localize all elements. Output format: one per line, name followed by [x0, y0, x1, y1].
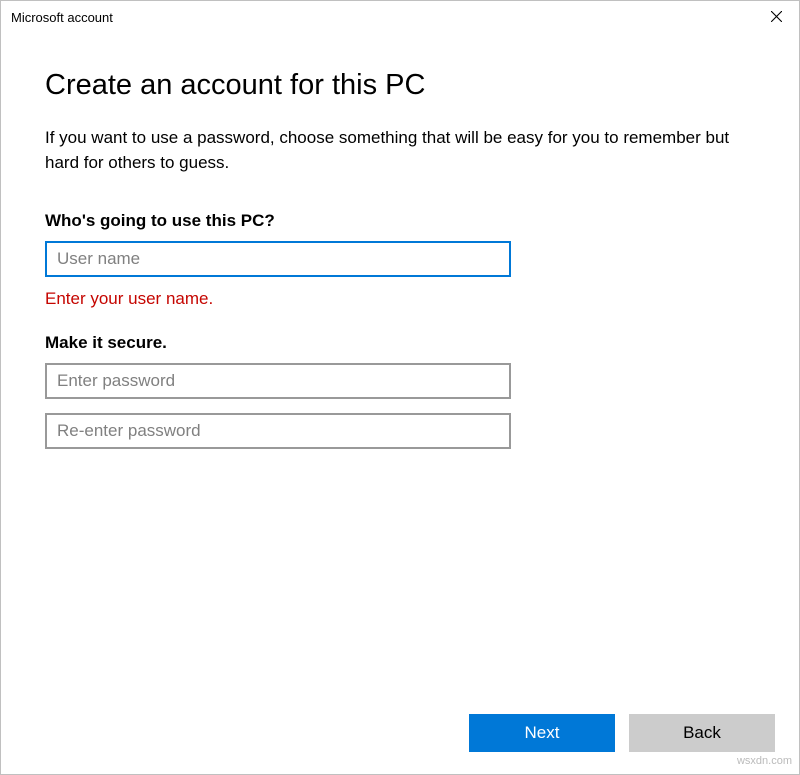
username-error: Enter your user name. [45, 289, 755, 309]
window-title: Microsoft account [11, 10, 113, 25]
dialog-window: Microsoft account Create an account for … [0, 0, 800, 775]
username-input[interactable] [45, 241, 511, 277]
password-label: Make it secure. [45, 333, 755, 353]
watermark: wsxdn.com [737, 755, 792, 767]
username-label: Who's going to use this PC? [45, 211, 755, 231]
close-icon [771, 10, 782, 25]
password-confirm-input[interactable] [45, 413, 511, 449]
page-heading: Create an account for this PC [45, 69, 755, 102]
next-button[interactable]: Next [469, 714, 615, 752]
titlebar: Microsoft account [1, 1, 799, 33]
page-description: If you want to use a password, choose so… [45, 126, 745, 175]
content-area: Create an account for this PC If you wan… [1, 33, 799, 714]
password-input[interactable] [45, 363, 511, 399]
close-button[interactable] [753, 1, 799, 33]
footer: Next Back [1, 714, 799, 774]
back-button[interactable]: Back [629, 714, 775, 752]
